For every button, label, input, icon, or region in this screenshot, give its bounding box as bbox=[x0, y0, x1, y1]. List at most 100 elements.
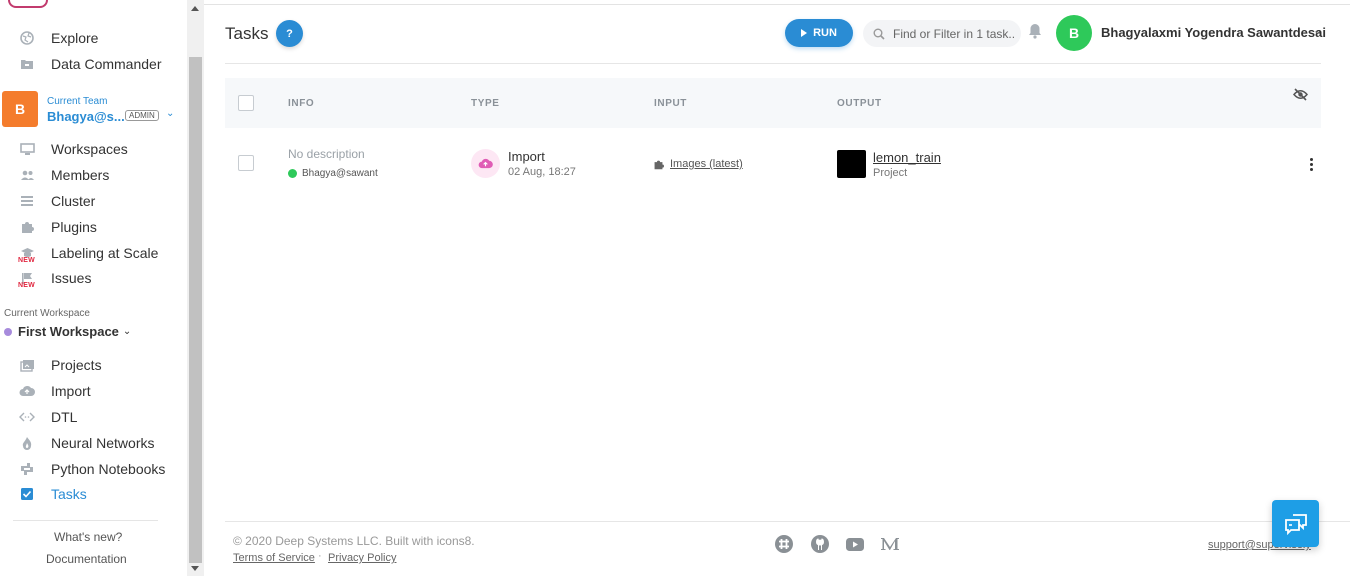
sidebar-item-label: Import bbox=[51, 383, 91, 399]
run-label: RUN bbox=[813, 27, 837, 39]
team-name: Bhagya@s... bbox=[47, 109, 125, 124]
sidebar-item-labeling-at-scale[interactable]: NEW Labeling at Scale bbox=[18, 242, 158, 264]
terms-link[interactable]: Terms of Service bbox=[233, 552, 315, 564]
cloud-upload-icon bbox=[471, 149, 500, 178]
current-team[interactable]: B Current Team Bhagya@s... ADMIN ⌄ bbox=[2, 91, 182, 127]
sidebar-item-label: Projects bbox=[51, 357, 102, 373]
folder-icon bbox=[18, 55, 36, 73]
sidebar-item-label: DTL bbox=[51, 409, 78, 425]
user-avatar[interactable]: B bbox=[1056, 15, 1092, 51]
task-input-link[interactable]: Images (latest) bbox=[653, 158, 743, 170]
status-dot bbox=[288, 169, 297, 178]
github-icon[interactable] bbox=[809, 534, 831, 554]
task-description: No description bbox=[288, 147, 365, 161]
output-type: Project bbox=[873, 167, 908, 179]
sidebar-item-members[interactable]: Members bbox=[18, 164, 109, 186]
chat-icon bbox=[1284, 513, 1308, 535]
medium-icon[interactable] bbox=[879, 534, 901, 554]
table-header: INFO TYPE INPUT OUTPUT bbox=[225, 78, 1321, 128]
slack-icon[interactable] bbox=[773, 534, 795, 554]
sidebar-item-dtl[interactable]: DTL bbox=[18, 406, 77, 428]
column-header-input[interactable]: INPUT bbox=[654, 98, 687, 109]
flame-icon bbox=[18, 434, 36, 452]
team-avatar: B bbox=[2, 91, 38, 127]
help-button[interactable]: ? bbox=[276, 20, 303, 47]
sidebar-item-tasks[interactable]: Tasks bbox=[18, 483, 87, 505]
workspace-label: Current Workspace bbox=[4, 308, 90, 319]
header-divider bbox=[225, 63, 1321, 64]
column-header-type[interactable]: TYPE bbox=[471, 98, 500, 109]
chat-button[interactable] bbox=[1272, 500, 1319, 547]
footer-separator: · bbox=[318, 550, 322, 562]
sidebar-item-label: Data Commander bbox=[51, 56, 162, 72]
select-all-checkbox[interactable] bbox=[238, 95, 254, 111]
scroll-thumb[interactable] bbox=[189, 57, 202, 563]
sidebar-item-label: Workspaces bbox=[51, 141, 128, 157]
chevron-down-icon[interactable]: ⌄ bbox=[166, 108, 174, 119]
scroll-down-arrow[interactable] bbox=[191, 566, 199, 571]
server-icon bbox=[18, 192, 36, 210]
user-name[interactable]: Bhagyalaxmi Yogendra Sawantdesai bbox=[1101, 25, 1326, 40]
logo[interactable] bbox=[8, 0, 48, 8]
sidebar-item-label: Issues bbox=[51, 270, 92, 286]
footer-divider bbox=[225, 521, 1350, 522]
sidebar-item-label: Members bbox=[51, 167, 110, 183]
task-date: 02 Aug, 18:27 bbox=[508, 166, 576, 178]
run-button[interactable]: RUN bbox=[785, 19, 853, 47]
owner-name: Bhagya@sawant bbox=[302, 168, 378, 179]
page-title: Tasks bbox=[225, 24, 269, 43]
images-icon bbox=[18, 356, 36, 374]
puzzle-icon bbox=[18, 218, 36, 236]
users-icon bbox=[18, 166, 36, 184]
whats-new-link[interactable]: What's new? bbox=[54, 530, 122, 544]
team-role-badge: ADMIN bbox=[125, 110, 159, 121]
youtube-icon[interactable] bbox=[844, 534, 866, 554]
monitor-icon bbox=[18, 140, 36, 158]
output-project-link[interactable]: lemon_train bbox=[873, 150, 941, 165]
workspace-dot bbox=[4, 327, 12, 336]
search-icon bbox=[873, 28, 885, 40]
sidebar-item-workspaces[interactable]: Workspaces bbox=[18, 138, 128, 160]
sidebar-item-cluster[interactable]: Cluster bbox=[18, 190, 95, 212]
top-divider bbox=[204, 4, 1350, 5]
sidebar-item-label: Python Notebooks bbox=[51, 461, 166, 477]
sidebar-item-import[interactable]: Import bbox=[18, 380, 91, 402]
code-arrows-icon bbox=[18, 408, 36, 426]
task-type: Import bbox=[508, 149, 545, 164]
sidebar-item-neural-networks[interactable]: Neural Networks bbox=[18, 432, 154, 454]
cloud-upload-icon bbox=[18, 382, 36, 400]
task-owner: Bhagya@sawant bbox=[288, 168, 378, 179]
search-input[interactable]: Find or Filter in 1 task.. bbox=[863, 20, 1021, 47]
documentation-link[interactable]: Documentation bbox=[46, 552, 127, 566]
python-icon bbox=[18, 460, 36, 478]
sidebar-item-label: Plugins bbox=[51, 219, 97, 235]
sidebar-item-python-notebooks[interactable]: Python Notebooks bbox=[18, 458, 165, 480]
copyright-text: © 2020 Deep Systems LLC. Built with icon… bbox=[233, 534, 475, 548]
privacy-link[interactable]: Privacy Policy bbox=[328, 552, 396, 564]
sidebar-item-explore[interactable]: Explore bbox=[18, 27, 98, 49]
scroll-up-arrow[interactable] bbox=[191, 6, 199, 11]
input-label[interactable]: Images (latest) bbox=[670, 158, 743, 170]
sidebar-item-plugins[interactable]: Plugins bbox=[18, 216, 97, 238]
sidebar-scrollbar[interactable] bbox=[187, 0, 204, 576]
sidebar-item-issues[interactable]: NEW Issues bbox=[18, 267, 91, 289]
eye-off-icon[interactable] bbox=[1293, 88, 1308, 106]
sidebar-item-label: Tasks bbox=[51, 486, 87, 502]
output-thumbnail[interactable] bbox=[837, 150, 866, 178]
bell-icon[interactable] bbox=[1028, 23, 1042, 44]
table-row[interactable]: No description Bhagya@sawant Import 02 A… bbox=[225, 135, 1321, 193]
chevron-down-icon[interactable]: ⌄ bbox=[1313, 24, 1322, 37]
workspace-selector[interactable]: First Workspace ⌄ bbox=[4, 324, 131, 339]
graduation-icon: NEW bbox=[18, 244, 36, 264]
sidebar-item-data-commander[interactable]: Data Commander bbox=[18, 53, 162, 75]
column-header-info[interactable]: INFO bbox=[288, 98, 314, 109]
globe-icon bbox=[18, 29, 36, 47]
sidebar-item-label: Labeling at Scale bbox=[51, 245, 159, 261]
sidebar-item-projects[interactable]: Projects bbox=[18, 354, 102, 376]
play-icon bbox=[801, 29, 808, 37]
more-vertical-icon[interactable] bbox=[1306, 157, 1316, 173]
row-checkbox[interactable] bbox=[238, 155, 254, 171]
column-header-output[interactable]: OUTPUT bbox=[837, 98, 882, 109]
sidebar-item-label: Neural Networks bbox=[51, 435, 155, 451]
chevron-down-icon: ⌄ bbox=[122, 326, 132, 337]
